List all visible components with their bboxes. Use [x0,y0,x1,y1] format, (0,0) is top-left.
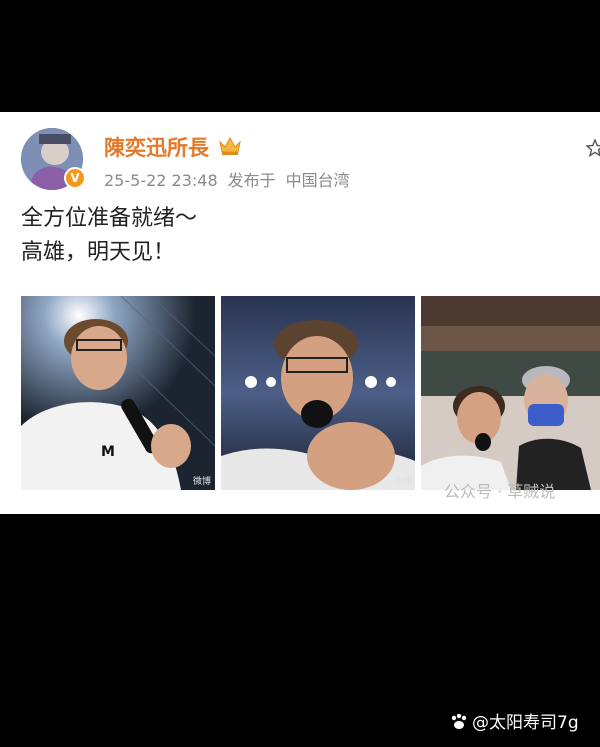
verified-v-icon: V [64,167,86,189]
post-meta: 25-5-22 23:48 发布于 中国台湾 [104,167,360,191]
corner-watermark-text: @太阳寿司7g [472,713,579,733]
post-photo-1[interactable]: M 微博 [21,296,215,490]
star-icon[interactable] [586,139,600,157]
corner-watermark: @太阳寿司7g [449,708,579,733]
post-photo-3[interactable] [421,296,600,490]
post-text-line-2: 高雄，明天见！ [21,240,176,265]
username[interactable]: 陳奕迅所長 [104,132,209,162]
location-prefix: 发布于 [227,171,276,190]
post-text-line-1: 全方位准备就绪～ [21,206,198,231]
photo-2-watermark: 微博 [392,477,411,487]
weibo-post-card: V 陳奕迅所長 25-5-22 23:48 发布于 中国台湾 全方位准备就绪～ 高雄… [0,112,600,514]
crown-icon [219,136,241,155]
post-location: 中国台湾 [285,171,350,190]
photo-1-watermark: 微博 [192,477,211,487]
post-timestamp: 25-5-22 23:48 [104,171,218,190]
post-body: 全方位准备就绪～ 高雄，明天见！ [21,202,197,270]
photo-3-watermark: 公众号 · 草贼说 [444,482,556,501]
svg-text:M: M [101,444,115,460]
paw-icon [451,713,467,729]
post-photo-2[interactable]: 微博 [221,296,415,490]
